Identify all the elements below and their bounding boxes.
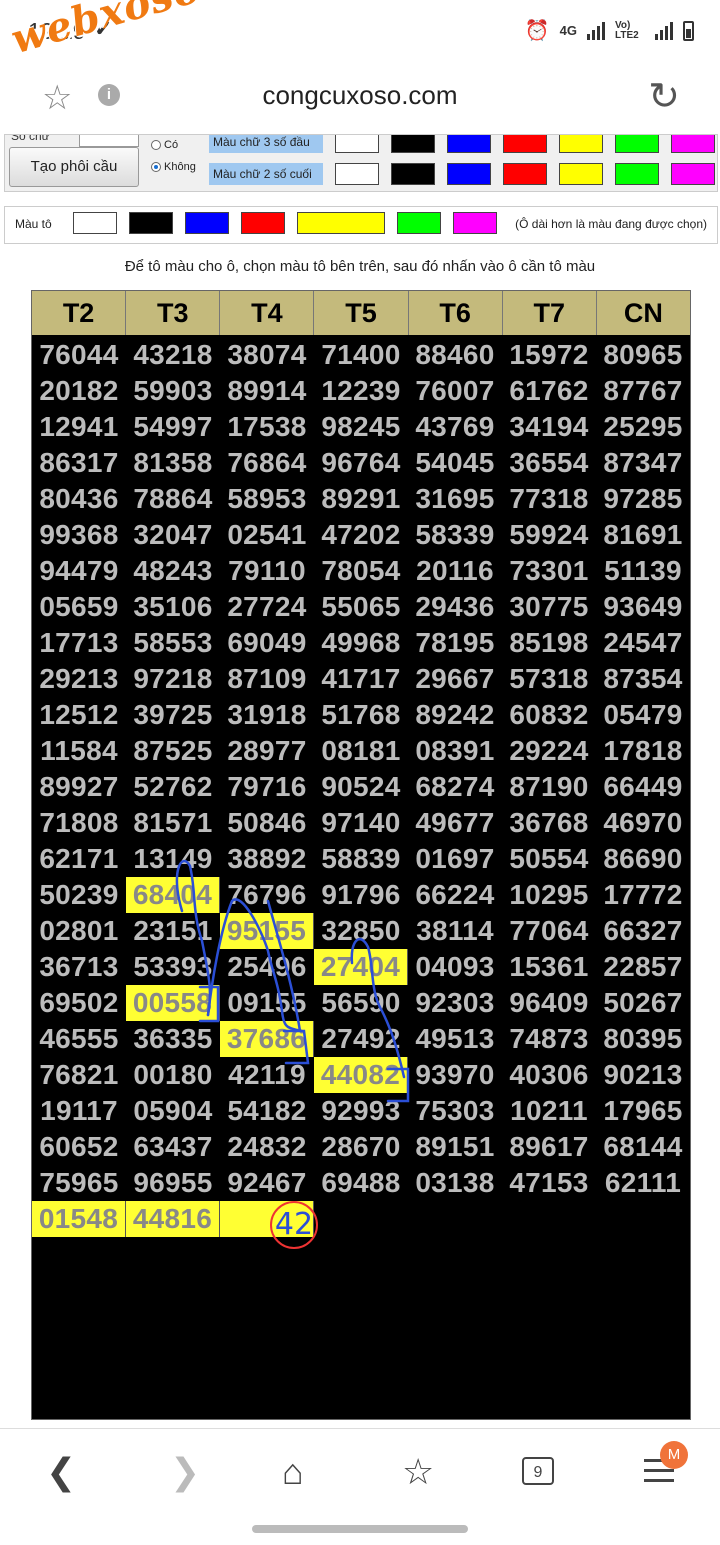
instruction-text: Để tô màu cho ô, chọn màu tô bên trên, s… [124,258,596,275]
picker-note: (Ô dài hơn là màu đang được chọn) [515,217,707,231]
ink-loop-1 [175,859,212,1017]
text-color-swatch[interactable] [671,163,715,185]
fill-color-swatch[interactable] [129,212,173,234]
radio-yes[interactable]: Có [151,139,178,151]
bookmarks-icon[interactable]: ☆ [402,1451,434,1493]
back-icon[interactable]: ❮ [46,1451,76,1493]
handwritten-annotations [175,859,410,1103]
address-bar: ☆ i congcuxoso.com ↻ [0,62,720,134]
text-color-swatch[interactable] [335,135,379,153]
battery-icon [683,20,694,41]
tabs-icon[interactable]: 9 [522,1457,554,1485]
radio-no[interactable]: Không [151,161,196,173]
reload-icon[interactable]: ↻ [648,74,680,119]
fill-color-swatch[interactable] [185,212,229,234]
text-color-swatch[interactable] [615,163,659,185]
partial-input[interactable] [79,135,139,147]
radio-yes-dot[interactable] [151,140,161,150]
profile-badge: M [660,1441,688,1469]
fill-color-swatch[interactable] [397,212,441,234]
fill-color-label: Màu tô [15,217,52,231]
fill-color-swatch[interactable] [297,212,385,234]
text-color-swatch[interactable] [503,163,547,185]
text-color-swatch[interactable] [335,163,379,185]
text-color-swatch[interactable] [559,163,603,185]
fill-color-swatch[interactable] [453,212,497,234]
status-icons: ⏰ 4G Vo) LTE2 [525,18,694,43]
home-icon[interactable]: ⌂ [282,1451,304,1493]
partial-label: Số chữ [11,134,50,143]
radio-no-dot[interactable] [151,162,161,172]
text-color-swatch[interactable] [391,135,435,153]
row2-label: Màu chữ 2 số cuối [209,163,323,185]
url-text[interactable]: congcuxoso.com [0,80,720,111]
text-color-swatch[interactable] [391,163,435,185]
ink-loop-5 [386,1067,410,1103]
gesture-handle[interactable] [252,1525,468,1533]
signal-icon [587,21,605,40]
control-panel: Số chữ Tạo phôi cầu Có Không Màu chữ 3 s… [4,134,718,192]
generate-button[interactable]: Tạo phôi cầu [9,147,139,187]
fill-color-picker: Màu tô (Ô dài hơn là màu đang được chọn) [4,206,718,244]
ink-loop-4 [282,1029,310,1065]
text-color-swatch[interactable] [559,135,603,153]
network-type: 4G [559,23,577,38]
lottery-grid: T2 T3 T4 T5 T6 T7 CN 76044 43218 38074 71400 88460… [31,290,691,1420]
alarm-icon: ⏰ [524,20,550,42]
text-color-swatch[interactable] [447,163,491,185]
annotation-42: 42 [270,1201,318,1249]
text-color-swatch[interactable] [503,135,547,153]
radio-no-label: Không [164,161,196,173]
fill-color-swatch[interactable] [73,212,117,234]
ink-loop-3 [350,937,406,1079]
volte-label: Vo) LTE2 [615,19,639,41]
forward-icon[interactable]: ❯ [170,1451,200,1493]
text-color-swatch[interactable] [671,135,715,153]
signal-icon-2 [655,21,673,40]
radio-yes-label: Có [164,139,179,151]
row1-label: Màu chữ 3 số đầu [209,135,323,153]
fill-color-swatch[interactable] [241,212,285,234]
browser-bottom-nav: ❮ ❯ ⌂ ☆ 9 M [0,1428,720,1545]
text-color-swatch[interactable] [615,135,659,153]
text-color-swatch[interactable] [447,135,491,153]
